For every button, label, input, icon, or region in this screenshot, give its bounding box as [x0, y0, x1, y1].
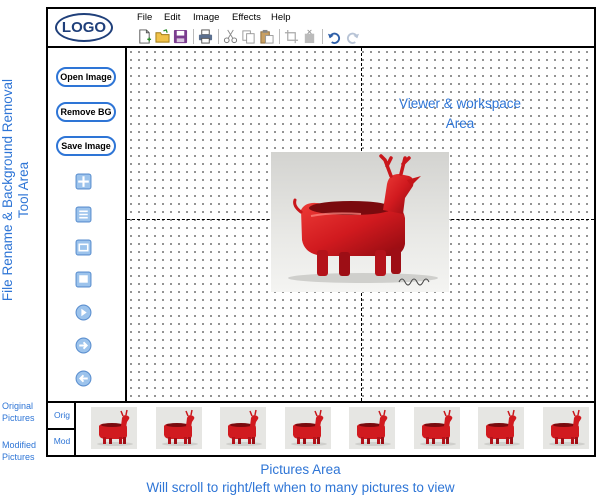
workspace-label-line2: Area	[445, 116, 475, 131]
original-pictures-label-line1: Original	[2, 401, 34, 411]
original-pictures-label: Original Pictures	[2, 400, 35, 424]
toolbar-separator	[322, 28, 323, 44]
cut-icon[interactable]	[222, 28, 239, 44]
new-file-icon[interactable]	[136, 28, 153, 44]
menu-image[interactable]: Image	[193, 12, 219, 23]
original-pictures-label-line2: Pictures	[2, 413, 35, 423]
tool-area-label-line2: Tool Area	[16, 161, 31, 219]
move-icon[interactable]	[74, 172, 92, 190]
menu-effects[interactable]: Effects	[232, 12, 261, 23]
toolbar-separator	[193, 28, 194, 44]
open-image-button[interactable]: Open Image	[56, 67, 116, 87]
delete-icon[interactable]	[301, 28, 318, 44]
crop-icon[interactable]	[283, 28, 300, 44]
remove-bg-button[interactable]: Remove BG	[56, 102, 116, 122]
thumbnail[interactable]	[478, 407, 524, 449]
workspace-label-line1: Viewer & workspace	[398, 96, 522, 111]
play-icon[interactable]	[74, 303, 92, 321]
toolbar-separator	[218, 28, 219, 44]
modified-pictures-label: Modified Pictures	[2, 439, 36, 463]
menu-help[interactable]: Help	[271, 12, 291, 23]
workspace-label: Viewer & workspace Area	[380, 94, 540, 134]
paste-icon[interactable]	[258, 28, 275, 44]
thumbnail[interactable]	[413, 407, 460, 449]
thumbnail[interactable]	[91, 407, 137, 449]
save-image-button[interactable]: Save Image	[56, 136, 116, 156]
forward-icon[interactable]	[74, 336, 92, 354]
thumbnail[interactable]	[542, 407, 589, 449]
back-icon[interactable]	[74, 369, 92, 387]
menu-file[interactable]: File	[137, 12, 152, 23]
pictures-area-title: Pictures Area	[260, 462, 341, 477]
tool-area-label-line1: File Rename & Background Removal	[0, 78, 15, 302]
main-photo[interactable]	[271, 152, 449, 292]
thumbnail[interactable]	[220, 407, 266, 449]
thumbnail[interactable]	[349, 407, 395, 449]
toolbar	[136, 27, 362, 45]
modified-pictures-label-line1: Modified	[2, 440, 37, 450]
copy-icon[interactable]	[240, 28, 257, 44]
menu-edit[interactable]: Edit	[164, 12, 180, 23]
frame-icon[interactable]	[74, 238, 92, 256]
thumbnail[interactable]	[284, 407, 331, 449]
logo: LOGO	[55, 13, 113, 42]
pictures-area-label: Pictures Area Will scroll to right/left …	[0, 461, 601, 497]
tab-original[interactable]: Orig	[48, 410, 76, 420]
open-folder-icon[interactable]	[154, 28, 171, 44]
redo-icon[interactable]	[344, 28, 361, 44]
undo-icon[interactable]	[326, 28, 343, 44]
list-icon[interactable]	[74, 205, 92, 223]
window-icon[interactable]	[74, 270, 92, 288]
pictures-area-subtitle: Will scroll to right/left when to many p…	[146, 480, 455, 495]
toolbar-separator	[279, 28, 280, 44]
tool-area-label: File Rename & Background Removal Tool Ar…	[0, 40, 32, 340]
save-icon[interactable]	[172, 28, 189, 44]
tab-modified[interactable]: Mod	[48, 436, 76, 446]
print-icon[interactable]	[197, 28, 214, 44]
thumbnail[interactable]	[155, 407, 202, 449]
tab-divider	[48, 428, 76, 430]
